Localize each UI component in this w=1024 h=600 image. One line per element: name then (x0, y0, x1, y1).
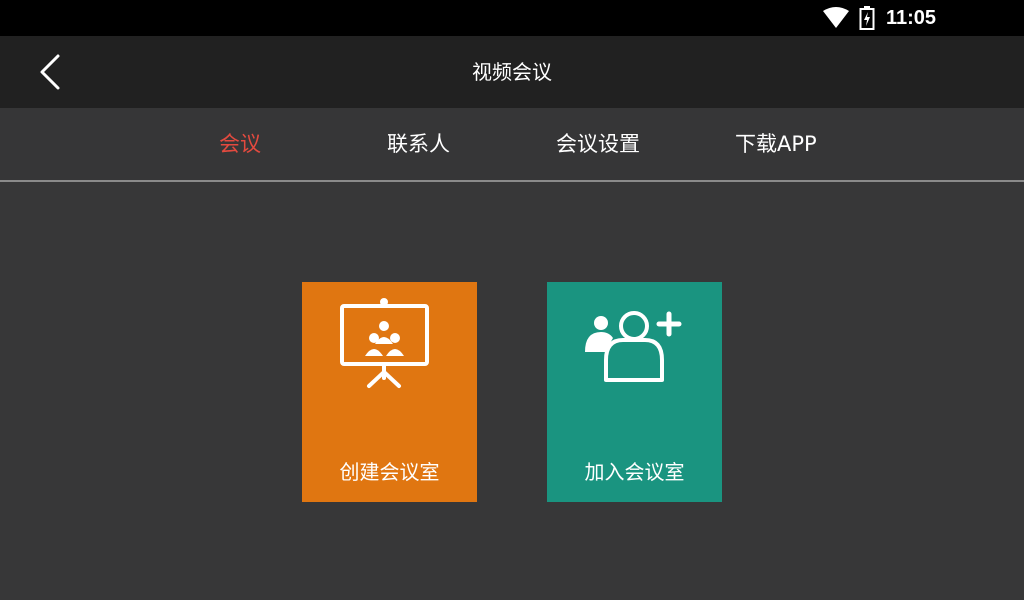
presentation-board-icon (340, 298, 429, 388)
join-room-button[interactable]: 加入会议室 (547, 282, 722, 502)
tab-contacts[interactable]: 联系人 (387, 108, 450, 180)
tab-bar: 会议 联系人 会议设置 下载APP (0, 108, 1024, 182)
tab-download-app[interactable]: 下载APP (735, 108, 817, 180)
wifi-icon (823, 7, 849, 28)
create-room-label: 创建会议室 (339, 460, 440, 484)
add-user-icon (585, 311, 682, 382)
join-room-label: 加入会议室 (584, 460, 685, 484)
status-time: 11:05 (886, 7, 937, 29)
battery-charging-icon (859, 6, 875, 30)
page-title: 视频会议 (472, 60, 552, 84)
app-bar: 视频会议 (0, 36, 1024, 108)
create-room-button[interactable]: 创建会议室 (302, 282, 477, 502)
tab-meeting-settings[interactable]: 会议设置 (556, 108, 640, 180)
tab-meeting[interactable]: 会议 (219, 108, 261, 180)
status-bar: 11:05 (0, 0, 1024, 36)
back-arrow-icon[interactable] (30, 50, 74, 94)
